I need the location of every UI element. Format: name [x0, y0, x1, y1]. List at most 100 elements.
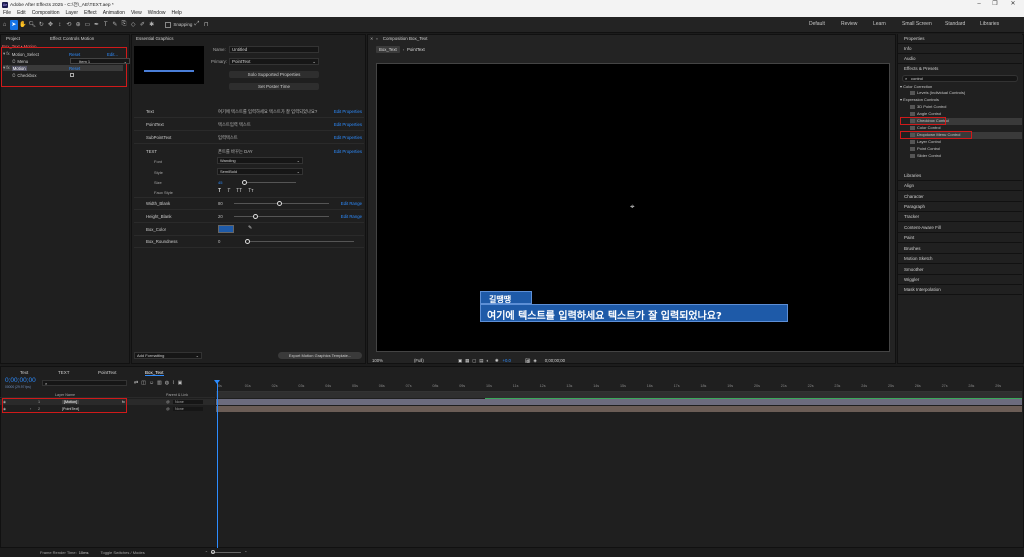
lock-icon[interactable]: ▪ [376, 36, 377, 41]
small-caps-button[interactable]: Tт [248, 188, 253, 194]
minimize-icon[interactable]: – [972, 0, 986, 9]
size-slider[interactable] [246, 182, 296, 183]
pen-tool-icon[interactable]: ✒ [92, 20, 100, 30]
style-dropdown[interactable]: SemiBold ⌄ [217, 168, 303, 175]
toggle-switches-modes[interactable]: Toggle Switches / Modes [100, 550, 144, 555]
workspace-small-screen[interactable]: Small Screen [902, 21, 932, 27]
workspace-learn[interactable]: Learn [873, 21, 886, 27]
zoom-tool-icon[interactable]: 🔍︎ [28, 20, 36, 30]
menu-layer[interactable]: Layer [62, 10, 81, 16]
eraser-tool-icon[interactable]: ◇ [129, 20, 137, 30]
orbit-tool-icon[interactable]: ↻ [37, 20, 45, 30]
pickwhip-icon[interactable]: @ [166, 400, 170, 404]
smoother-panel-header[interactable]: Smoother [898, 265, 1022, 275]
home-icon[interactable]: ⌂ [1, 20, 9, 30]
font-dropdown[interactable]: Wanding ⌄ [217, 157, 303, 164]
playhead[interactable] [217, 380, 218, 548]
draft-3d-icon[interactable]: ◫ [141, 380, 146, 386]
content-aware-fill-panel-header[interactable]: Content-Aware Fill [898, 223, 1022, 233]
timeline-zoom-handle[interactable] [211, 550, 216, 554]
close-icon[interactable]: ✕ [370, 36, 373, 41]
mask-visibility-icon[interactable]: ▢ [472, 358, 476, 364]
effect-item-levels[interactable]: Levels (Individual Controls) [910, 90, 965, 97]
faux-bold-button[interactable]: T [218, 188, 221, 194]
timeline-tab-box-text[interactable]: Box_Text [145, 369, 164, 376]
tracker-panel-header[interactable]: Tracker [898, 212, 1022, 222]
shy-layers-icon[interactable]: ☺ [149, 380, 154, 386]
paint-panel-header[interactable]: Paint [898, 233, 1022, 243]
checkbox-toggle[interactable] [70, 73, 74, 77]
timeline-tab-pointtext[interactable]: PointText [98, 369, 117, 376]
menu-window[interactable]: Window [145, 10, 169, 16]
timeline-zoom-slider[interactable] [211, 550, 242, 554]
graph-editor-icon[interactable]: ⌇ [172, 380, 174, 386]
workspace-libraries[interactable]: Libraries [980, 21, 999, 27]
tab-project[interactable]: Project [2, 35, 24, 42]
size-slider-handle[interactable] [242, 180, 247, 185]
primary-dropdown[interactable]: PointText ⌄ [229, 58, 319, 65]
reset-link[interactable]: Reset [69, 52, 80, 57]
puppet-tool-icon[interactable]: ✱ [148, 20, 156, 30]
snap-magnet-icon[interactable]: ⊓ [202, 20, 210, 30]
edit-properties-link[interactable]: Edit Properties [334, 122, 362, 127]
edit-properties-link[interactable]: Edit Properties [334, 109, 362, 114]
effect-row-motion-select[interactable]: ▾ fx Motion_Select Reset Edit... [3, 51, 123, 57]
maximize-icon[interactable]: ❐ [988, 0, 1002, 9]
effects-presets-header[interactable]: Effects & Presets [898, 64, 1022, 74]
character-panel-header[interactable]: Character [898, 192, 1022, 202]
parent-dropdown[interactable]: None [173, 407, 203, 411]
flow-tab-box-text[interactable]: Box_Text [376, 46, 400, 53]
show-snapshot-icon[interactable]: ◈ [533, 358, 536, 364]
category-expression-controls[interactable]: ▾ Expression Controls [900, 97, 939, 104]
timeline-tab-text-2[interactable]: TEXT [58, 369, 70, 376]
align-panel-header[interactable]: Align [898, 181, 1022, 191]
region-of-interest-icon[interactable]: ▣ [458, 358, 462, 364]
layer-bar-motion[interactable] [216, 399, 1022, 405]
eg-row-value[interactable]: 폰트를 바꾸는 DAY [218, 149, 253, 155]
template-name-field[interactable]: Untitled [229, 46, 319, 53]
effect-item-3d-point-control[interactable]: 3D Point Control [910, 104, 946, 111]
edit-range-link[interactable]: Edit Range [341, 214, 362, 219]
eg-row-value[interactable]: 입력텍스트 [218, 135, 238, 141]
anchor-point-icon[interactable]: ⌖ [630, 202, 635, 212]
menu-edit[interactable]: Edit [14, 10, 29, 16]
libraries-panel-header[interactable]: Libraries [898, 171, 1022, 181]
type-tool-icon[interactable]: T [102, 20, 110, 30]
zoom-in-icon[interactable]: ⌃ [244, 550, 247, 555]
menu-view[interactable]: View [128, 10, 145, 16]
box-roundness-value[interactable]: 0 [218, 239, 220, 244]
box-color-swatch[interactable] [218, 225, 234, 233]
snap-options-icon[interactable]: ⤢ [193, 20, 201, 30]
effect-item-point-control[interactable]: Point Control [910, 146, 940, 153]
clone-stamp-tool-icon[interactable]: ⎘ [120, 20, 128, 30]
paragraph-panel-header[interactable]: Paragraph [898, 202, 1022, 212]
pan-behind-tool-icon[interactable]: ⊕ [74, 20, 82, 30]
layer-name-header[interactable]: Layer Name [55, 393, 75, 397]
size-value[interactable]: 45 [218, 180, 222, 185]
reset-link[interactable]: Reset [69, 66, 80, 71]
height-blank-value[interactable]: 20 [218, 214, 223, 219]
brush-tool-icon[interactable]: ✎ [111, 20, 119, 30]
effect-row-checkbox[interactable]: ⏱ Checkbox [12, 72, 122, 78]
mask-interpolation-panel-header[interactable]: Mask Interpolation [898, 285, 1022, 295]
close-icon[interactable]: ✕ [1006, 0, 1020, 9]
rotate-tool-icon[interactable]: ⟲ [65, 20, 73, 30]
parent-link-header[interactable]: Parent & Link [166, 393, 188, 397]
channel-icon[interactable]: ◐ [486, 358, 489, 363]
eg-row-width-blank[interactable]: Width_Blank 80 Edit Range [134, 198, 364, 210]
audio-panel-header[interactable]: Audio [898, 54, 1022, 64]
workspace-default[interactable]: Default [809, 21, 825, 27]
menu-file[interactable]: File [0, 10, 14, 16]
solo-supported-properties-button[interactable]: Solo Supported Properties [229, 71, 319, 78]
color-management-icon[interactable]: ✺ [495, 358, 499, 364]
zoom-dropdown[interactable]: 100% [372, 358, 402, 363]
timeline-search-input[interactable]: ⌕ [42, 380, 127, 386]
name-box[interactable]: 길땡땡 [480, 291, 532, 304]
motion-blur-icon[interactable]: ◍ [165, 380, 169, 386]
menu-help[interactable]: Help [168, 10, 184, 16]
subtitle-box[interactable]: 여기에 텍스트를 입력하세요 텍스트가 잘 입력되었나요? [480, 304, 788, 322]
selection-tool-icon[interactable]: ➤ [9, 19, 18, 30]
stopwatch-icon[interactable]: ⏱ [12, 59, 15, 64]
layer-bar-pointtext[interactable] [216, 406, 1022, 412]
brushes-panel-header[interactable]: Brushes [898, 244, 1022, 254]
